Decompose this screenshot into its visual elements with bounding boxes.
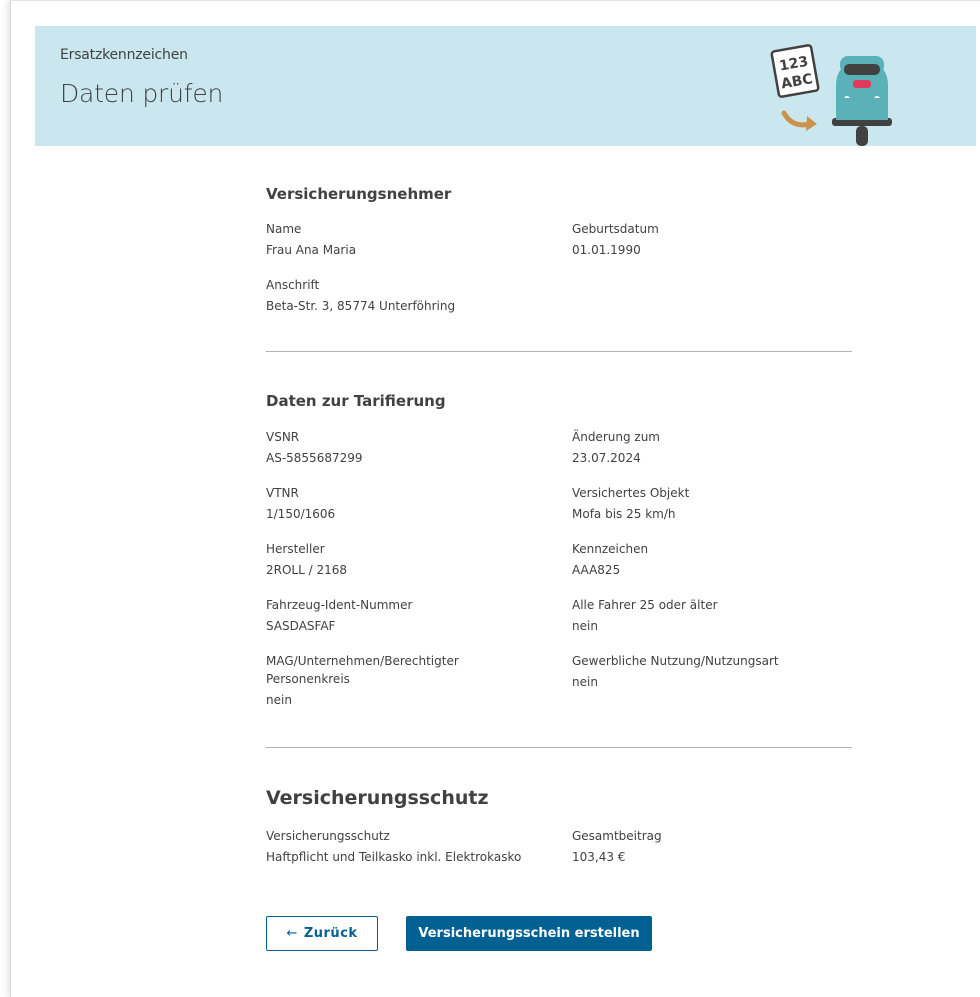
field-value: 103,43 € (572, 850, 626, 864)
section-divider (266, 351, 852, 352)
field-label: Anschrift (266, 278, 320, 292)
scooter-icon (832, 56, 892, 146)
scooter-plate-illustration: 123 ABC (770, 44, 892, 146)
field-value: Beta-Str. 3, 85774 Unterföhring (266, 299, 456, 313)
field-label: VTNR (266, 486, 299, 500)
field-drivers-25: Alle Fahrer 25 oder älter nein (572, 596, 862, 635)
field-label: Alle Fahrer 25 oder älter (572, 598, 718, 612)
field-label: VSNR (266, 430, 300, 444)
field-label: Hersteller (266, 542, 325, 556)
field-value: 2ROLL / 2168 (266, 563, 347, 577)
field-label: Geburtsdatum (572, 222, 659, 236)
field-change-date: Änderung zum 23.07.2024 (572, 428, 862, 467)
field-name: Name Frau Ana Maria (266, 220, 556, 259)
license-plate-icon: 123 ABC (770, 44, 820, 98)
field-label: Kennzeichen (572, 542, 649, 556)
field-label: Gesamtbeitrag (572, 829, 662, 843)
field-mag: MAG/Unternehmen/Berechtigter Personenkre… (266, 652, 556, 709)
field-value: SASDASFAF (266, 619, 336, 633)
field-plate: Kennzeichen AAA825 (572, 540, 862, 579)
field-value: 01.01.1990 (572, 243, 641, 257)
field-value: AS-5855687299 (266, 451, 363, 465)
section-title-coverage: Versicherungsschutz (266, 787, 489, 809)
field-commercial-use: Gewerbliche Nutzung/Nutzungsart nein (572, 652, 862, 691)
field-vin: Fahrzeug-Ident-Nummer SASDASFAF (266, 596, 556, 635)
field-label: Änderung zum (572, 430, 660, 444)
field-value: Mofa bis 25 km/h (572, 507, 676, 521)
field-value: Haftpflicht und Teilkasko inkl. Elektrok… (266, 850, 522, 864)
field-vsnr: VSNR AS-5855687299 (266, 428, 556, 467)
back-button[interactable]: ← Zurück (266, 916, 378, 951)
field-value: nein (572, 675, 598, 689)
page-subtitle: Ersatzkennzeichen (60, 47, 188, 63)
page-title: Daten prüfen (60, 79, 224, 108)
page-header: Ersatzkennzeichen Daten prüfen 123 ABC (35, 26, 976, 146)
field-label: MAG/Unternehmen/Berechtigter (266, 654, 459, 668)
field-coverage: Versicherungsschutz Haftpflicht und Teil… (266, 827, 556, 866)
field-label: Versichertes Objekt (572, 486, 690, 500)
field-value: nein (266, 693, 292, 707)
field-value: 23.07.2024 (572, 451, 641, 465)
section-title-policyholder: Versicherungsnehmer (266, 185, 452, 203)
field-value: AAA825 (572, 563, 621, 577)
field-label: Name (266, 222, 302, 236)
field-label: Personenkreis (266, 672, 350, 686)
field-total-premium: Gesamtbeitrag 103,43 € (572, 827, 862, 866)
field-value: Frau Ana Maria (266, 243, 357, 257)
field-value: 1/150/1606 (266, 507, 336, 521)
arrow-left-icon: ← (286, 926, 298, 941)
field-label: Versicherungsschutz (266, 829, 390, 843)
back-button-label: Zurück (303, 926, 358, 941)
section-title-tariff: Daten zur Tarifierung (266, 392, 446, 410)
field-value: nein (572, 619, 598, 633)
field-birthdate: Geburtsdatum 01.01.1990 (572, 220, 862, 259)
create-policy-button[interactable]: Versicherungsschein erstellen (406, 916, 652, 951)
section-divider (266, 747, 852, 748)
curved-arrow-icon (781, 110, 813, 128)
field-label: Gewerbliche Nutzung/Nutzungsart (572, 654, 779, 668)
page-frame: Ersatzkennzeichen Daten prüfen 123 ABC V… (10, 0, 980, 997)
field-label: Fahrzeug-Ident-Nummer (266, 598, 413, 612)
field-insured-object: Versichertes Objekt Mofa bis 25 km/h (572, 484, 862, 523)
field-manufacturer: Hersteller 2ROLL / 2168 (266, 540, 556, 579)
field-vtnr: VTNR 1/150/1606 (266, 484, 556, 523)
field-address: Anschrift Beta-Str. 3, 85774 Unterföhrin… (266, 276, 556, 315)
